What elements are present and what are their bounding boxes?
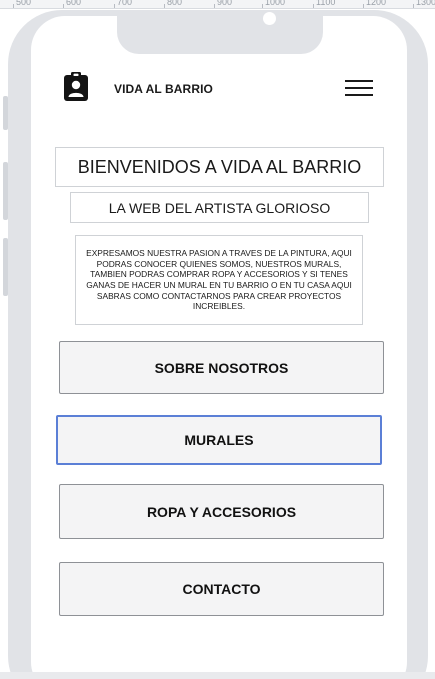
phone-side-button [3,96,8,130]
design-canvas: 500 600 700 800 900 1000 1100 1200 1300 … [0,0,435,679]
brand-title: VIDA AL BARRIO [114,82,213,96]
contact-button[interactable]: CONTACTO [59,562,384,616]
top-ruler: 500 600 700 800 900 1000 1100 1200 1300 [0,0,435,9]
clipboard-user-icon [64,72,88,101]
phone-notch [117,10,323,54]
canvas-bottom-edge [0,672,435,679]
camera-dot [263,12,276,25]
welcome-heading: BIENVENIDOS A VIDA AL BARRIO [55,147,384,187]
ruler-label: 1300 [416,0,435,7]
ruler-label: 1200 [366,0,387,7]
ruler-label: 800 [167,0,183,7]
ruler-label: 900 [217,0,233,7]
subtitle-text: LA WEB DEL ARTISTA GLORIOSO [70,192,369,223]
about-button[interactable]: SOBRE NOSOTROS [59,341,384,394]
phone-side-button [3,238,8,296]
murals-button[interactable]: MURALES [56,415,382,465]
hamburger-menu-icon[interactable] [345,80,373,96]
ruler-label: 500 [16,0,32,7]
ruler-label: 700 [117,0,133,7]
clothing-button[interactable]: ROPA Y ACCESORIOS [59,484,384,539]
ruler-label: 1000 [265,0,286,7]
description-text: EXPRESAMOS NUESTRA PASION A TRAVES DE LA… [75,235,363,325]
ruler-label: 1100 [316,0,336,7]
ruler-label: 600 [66,0,82,7]
phone-side-button [3,162,8,220]
